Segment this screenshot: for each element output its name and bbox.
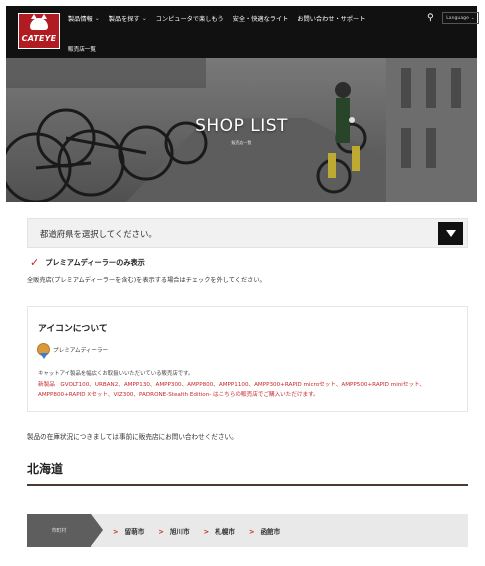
logo-text: CATEYE bbox=[21, 34, 57, 43]
premium-filter-note: 全販売店(プレミアムディーラーを含む)を表示する場合はチェックを外してください。 bbox=[27, 277, 266, 284]
arrow-shape bbox=[91, 514, 103, 546]
city-link-label: 留萌市 bbox=[124, 528, 145, 536]
page-title: SHOP LIST bbox=[195, 116, 288, 136]
nav-label: 製品情報 bbox=[68, 16, 93, 23]
city-link-hakodate[interactable]: > 函館市 bbox=[249, 526, 280, 536]
premium-filter-checkbox[interactable]: ✓ プレミアムディーラーのみ表示 bbox=[30, 257, 145, 268]
nav-item-find-products[interactable]: 製品を探す ⌄ bbox=[109, 14, 147, 23]
chevron-right-icon: > bbox=[203, 528, 210, 536]
language-selector[interactable]: Language ⌄ bbox=[442, 12, 479, 24]
language-label: Language bbox=[446, 15, 469, 21]
site-header: CATEYE 製品情報 ⌄ 製品を探す ⌄ コンピュータで楽しもう 安全・快適なライ… bbox=[6, 6, 479, 58]
region-heading: 北海道 bbox=[27, 462, 64, 476]
nav-label: 製品を探す bbox=[108, 16, 140, 23]
city-links: > 留萌市 > 旭川市 > 札幌市 > 函館市 bbox=[113, 526, 280, 536]
main-nav: 製品情報 ⌄ 製品を探す ⌄ コンピュータで楽しもう 安全・快適なライト お問い合わ… bbox=[68, 14, 365, 23]
page-subtitle: 販売店一覧 bbox=[231, 140, 252, 145]
nav-item-support[interactable]: お問い合わせ・サポート bbox=[297, 14, 365, 23]
icon-legend-box: アイコンについて プレミアムディーラー キャットアイ製品を幅広くお取扱いいただい… bbox=[27, 306, 468, 412]
chevron-down-icon: ⌄ bbox=[470, 15, 475, 21]
premium-medal-icon bbox=[37, 343, 50, 359]
icon-legend-title: アイコンについて bbox=[38, 324, 108, 334]
checkmark-icon[interactable]: ✓ bbox=[30, 257, 39, 268]
city-link-label: 函館市 bbox=[260, 528, 281, 536]
prefecture-select[interactable]: 都道府県を選択してください。 bbox=[27, 218, 468, 248]
new-products-note: 新製品 GVOLT100、URBAN2、AMPP130、AMPP300、AMPP… bbox=[38, 382, 426, 398]
city-header-label: 市町村 bbox=[27, 514, 91, 547]
cat-logo-icon bbox=[30, 14, 48, 30]
chevron-down-icon: ⌄ bbox=[141, 15, 147, 22]
select-dropdown-button[interactable] bbox=[438, 222, 463, 245]
chevron-right-icon: > bbox=[113, 528, 119, 536]
city-link-asahikawa[interactable]: > 旭川市 bbox=[158, 526, 189, 536]
search-icon[interactable]: ⚲ bbox=[427, 13, 434, 23]
caret-down-icon bbox=[445, 230, 456, 237]
city-link-label: 札幌市 bbox=[215, 528, 235, 536]
nav-label: コンピュータで楽しもう bbox=[155, 16, 224, 23]
nav-item-products[interactable]: 製品情報 ⌄ bbox=[68, 14, 100, 23]
premium-dealer-description: キャットアイ製品を幅広くお取扱いいただいている販売店です。 bbox=[38, 371, 194, 377]
chevron-right-icon: > bbox=[158, 528, 164, 536]
chevron-down-icon: ⌄ bbox=[94, 15, 100, 22]
premium-dealer-label: プレミアムディーラー bbox=[53, 348, 109, 354]
city-link-rumoi[interactable]: > 留萌市 bbox=[113, 526, 144, 536]
chevron-right-icon: > bbox=[248, 528, 255, 536]
city-nav-bar: 市町村 > 留萌市 > 旭川市 > 札幌市 > 函館市 bbox=[27, 514, 468, 547]
nav-item-computers[interactable]: コンピュータで楽しもう bbox=[156, 14, 224, 23]
nav-item-lights[interactable]: 安全・快適なライト bbox=[233, 14, 289, 23]
city-link-label: 旭川市 bbox=[169, 528, 190, 536]
hero-banner: SHOP LIST 販売店一覧 bbox=[6, 58, 477, 202]
cateye-logo[interactable]: CATEYE bbox=[18, 13, 60, 49]
prefecture-select-placeholder: 都道府県を選択してください。 bbox=[40, 229, 157, 239]
subnav-shop-list[interactable]: 販売店一覧 bbox=[68, 45, 96, 53]
stock-note: 製品の在庫状況につきましては事前に販売店にお問い合わせください。 bbox=[27, 433, 238, 441]
premium-filter-label: プレミアムディーラーのみ表示 bbox=[45, 257, 145, 267]
nav-label: お問い合わせ・サポート bbox=[297, 16, 366, 23]
region-divider bbox=[27, 484, 468, 486]
city-link-sapporo[interactable]: > 札幌市 bbox=[204, 526, 235, 536]
nav-label: 安全・快適なライト bbox=[232, 16, 289, 23]
main-content: 都道府県を選択してください。 ✓ プレミアムディーラーのみ表示 全販売店(プレミ… bbox=[6, 202, 477, 566]
